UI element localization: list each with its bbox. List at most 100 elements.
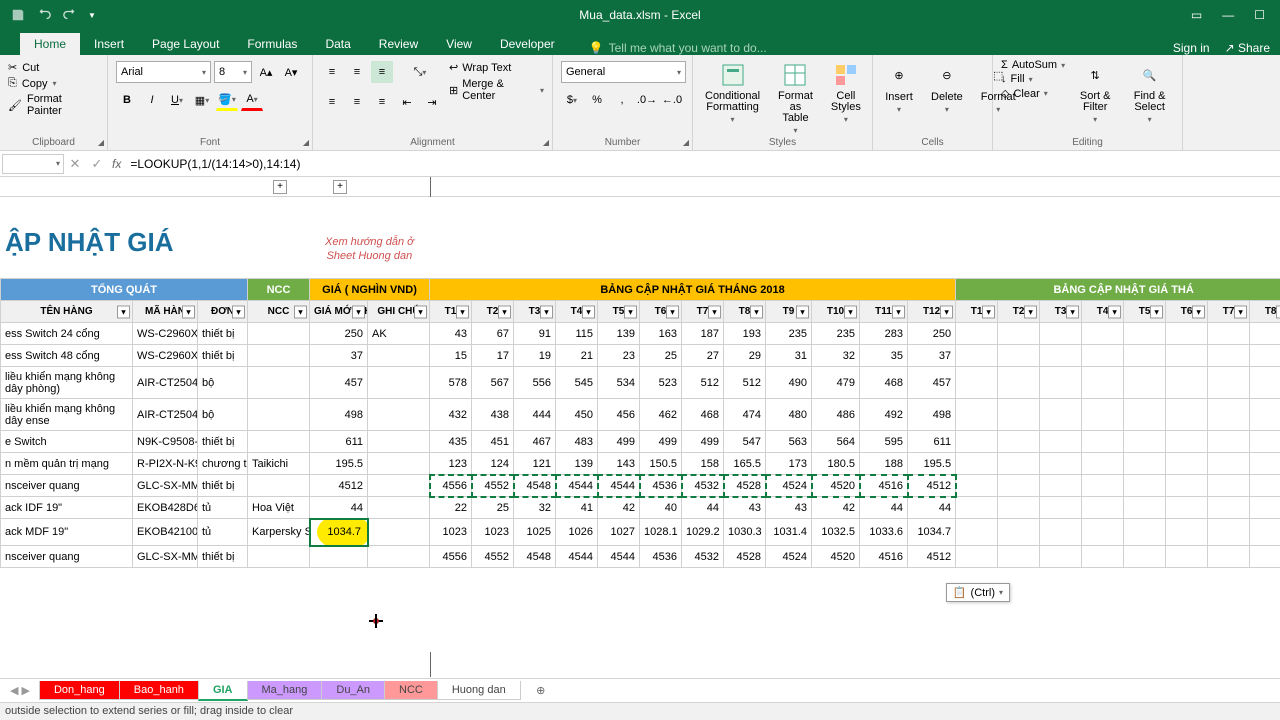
cell[interactable]: 4536 bbox=[640, 546, 682, 568]
cell[interactable] bbox=[1124, 399, 1166, 431]
cell[interactable]: 115 bbox=[556, 323, 598, 345]
cell[interactable] bbox=[1250, 519, 1280, 546]
cell[interactable]: 4524 bbox=[766, 546, 812, 568]
format-as-table-button[interactable]: Format as Table▾ bbox=[774, 59, 817, 137]
cell[interactable]: ess Switch 48 cổng bbox=[1, 345, 133, 367]
cell[interactable] bbox=[1040, 519, 1082, 546]
cell[interactable]: nsceiver quang bbox=[1, 475, 133, 497]
cell[interactable]: 158 bbox=[682, 453, 724, 475]
cell[interactable]: tủ bbox=[198, 497, 248, 519]
increase-decimal-icon[interactable]: .0→ bbox=[636, 89, 658, 111]
cell[interactable]: 479 bbox=[812, 367, 860, 399]
cell[interactable]: 15 bbox=[430, 345, 472, 367]
data-grid[interactable]: TỔNG QUÁT NCC GIÁ ( NGHÌN VND) BẢNG CẬP … bbox=[0, 278, 1280, 568]
sign-in-link[interactable]: Sign in bbox=[1173, 41, 1210, 55]
cell[interactable] bbox=[998, 399, 1040, 431]
col-header-11[interactable]: T6▾ bbox=[640, 301, 682, 323]
cell[interactable]: 595 bbox=[860, 431, 908, 453]
cell[interactable] bbox=[1082, 475, 1124, 497]
col-header-21[interactable]: T4▾ bbox=[1082, 301, 1124, 323]
italic-button[interactable]: I bbox=[141, 89, 163, 111]
cell[interactable]: Karpersky S bbox=[248, 519, 310, 546]
cell[interactable]: 4520 bbox=[812, 546, 860, 568]
cell[interactable]: 438 bbox=[472, 399, 514, 431]
filter-icon[interactable]: ▾ bbox=[117, 305, 130, 318]
cell[interactable]: 4512 bbox=[310, 475, 368, 497]
font-size-combo[interactable]: 8▾ bbox=[214, 61, 252, 83]
cell[interactable]: 25 bbox=[472, 497, 514, 519]
filter-icon[interactable]: ▾ bbox=[1150, 305, 1163, 318]
cell[interactable] bbox=[956, 475, 998, 497]
cell[interactable] bbox=[1208, 519, 1250, 546]
cell[interactable]: 1033.6 bbox=[860, 519, 908, 546]
cell[interactable]: 4544 bbox=[556, 546, 598, 568]
cell[interactable]: 37 bbox=[310, 345, 368, 367]
cell[interactable] bbox=[1208, 323, 1250, 345]
cell[interactable]: AIR-CT2504- bbox=[133, 367, 198, 399]
cell[interactable]: 547 bbox=[724, 431, 766, 453]
cell[interactable]: 474 bbox=[724, 399, 766, 431]
name-box[interactable]: ▾ bbox=[2, 154, 64, 174]
cell[interactable] bbox=[1124, 519, 1166, 546]
cell[interactable]: 611 bbox=[310, 431, 368, 453]
cell[interactable] bbox=[310, 546, 368, 568]
cell[interactable]: 456 bbox=[598, 399, 640, 431]
cell[interactable]: 4552 bbox=[472, 475, 514, 497]
cell[interactable]: GLC-SX-MMD bbox=[133, 546, 198, 568]
cell[interactable]: 42 bbox=[598, 497, 640, 519]
cell[interactable]: liều khiển mạng không dây phòng) bbox=[1, 367, 133, 399]
cell[interactable] bbox=[1166, 453, 1208, 475]
cell[interactable]: WS-C2960X- bbox=[133, 323, 198, 345]
filter-icon[interactable]: ▾ bbox=[1276, 305, 1280, 318]
cell[interactable] bbox=[1082, 453, 1124, 475]
cell[interactable] bbox=[368, 367, 430, 399]
col-header-14[interactable]: T9▾ bbox=[766, 301, 812, 323]
cell[interactable] bbox=[248, 323, 310, 345]
cell[interactable]: 1026 bbox=[556, 519, 598, 546]
currency-icon[interactable]: $▾ bbox=[561, 89, 583, 111]
cell[interactable]: thiết bị bbox=[198, 345, 248, 367]
cut-button[interactable]: ✂Cut bbox=[8, 61, 99, 74]
number-launcher-icon[interactable]: ◢ bbox=[683, 138, 689, 147]
cell[interactable]: 250 bbox=[908, 323, 956, 345]
col-header-5[interactable]: GHI CHÚ▾ bbox=[368, 301, 430, 323]
cell[interactable]: ack IDF 19" bbox=[1, 497, 133, 519]
col-header-16[interactable]: T11▾ bbox=[860, 301, 908, 323]
filter-icon[interactable]: ▾ bbox=[540, 305, 553, 318]
paste-options-popup[interactable]: 📋 (Ctrl)▾ bbox=[946, 583, 1010, 602]
cell[interactable]: tủ bbox=[198, 519, 248, 546]
cell[interactable]: 4512 bbox=[908, 475, 956, 497]
comma-icon[interactable]: , bbox=[611, 89, 633, 111]
cell[interactable]: 41 bbox=[556, 497, 598, 519]
cancel-formula-icon[interactable]: ✕ bbox=[64, 156, 86, 172]
cell[interactable] bbox=[1166, 475, 1208, 497]
cell[interactable] bbox=[1124, 453, 1166, 475]
cell[interactable]: 31 bbox=[766, 345, 812, 367]
cell[interactable]: 17 bbox=[472, 345, 514, 367]
sheet-tab-bao-hanh[interactable]: Bao_hanh bbox=[119, 681, 199, 700]
cell[interactable]: 1034.7 bbox=[908, 519, 956, 546]
cell[interactable] bbox=[1166, 497, 1208, 519]
cell[interactable]: 44 bbox=[310, 497, 368, 519]
cell[interactable] bbox=[1208, 399, 1250, 431]
bold-button[interactable]: B bbox=[116, 89, 138, 111]
col-header-6[interactable]: T1▾ bbox=[430, 301, 472, 323]
cell[interactable]: 44 bbox=[908, 497, 956, 519]
cell[interactable] bbox=[1250, 453, 1280, 475]
cell[interactable]: 40 bbox=[640, 497, 682, 519]
cell[interactable] bbox=[368, 475, 430, 497]
cell[interactable]: 1023 bbox=[430, 519, 472, 546]
cell[interactable]: 25 bbox=[640, 345, 682, 367]
cell[interactable]: 4552 bbox=[472, 546, 514, 568]
cell[interactable] bbox=[1166, 367, 1208, 399]
cell[interactable]: 563 bbox=[766, 431, 812, 453]
cell[interactable]: 42 bbox=[812, 497, 860, 519]
cell[interactable]: 4548 bbox=[514, 546, 556, 568]
filter-icon[interactable]: ▾ bbox=[892, 305, 905, 318]
font-color-button[interactable]: A▾ bbox=[241, 89, 263, 111]
cell[interactable]: 4516 bbox=[860, 475, 908, 497]
cell[interactable]: 35 bbox=[860, 345, 908, 367]
cell[interactable] bbox=[1208, 453, 1250, 475]
qat-customize-icon[interactable]: ▼ bbox=[88, 11, 96, 20]
cell[interactable]: 195.5 bbox=[908, 453, 956, 475]
